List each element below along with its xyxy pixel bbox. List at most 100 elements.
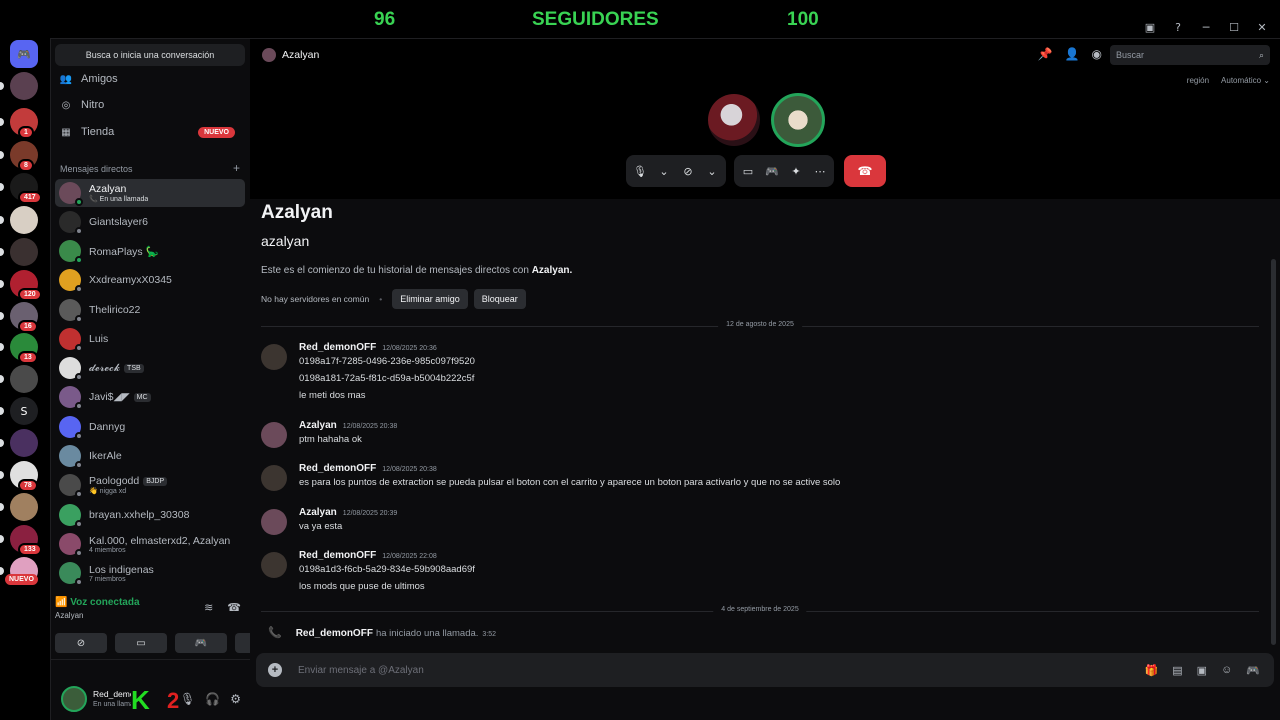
search-input[interactable]: Buscar ⌕ <box>1110 45 1270 65</box>
hang-up-button[interactable]: ☎ <box>844 155 886 187</box>
server-icon-6[interactable] <box>10 238 38 266</box>
voice-connected-panel: 📶 Voz conectada Azalyan ≋ ☎ ⊘ ▭ 🎮 ✦ <box>55 597 287 657</box>
dm-item[interactable]: 𝓭𝓮𝓻𝓮𝓬𝓴 TSB <box>55 354 245 382</box>
dm-name-row: Luis <box>89 333 108 345</box>
add-friends-icon[interactable]: 👤 <box>1065 47 1080 61</box>
apps-icon[interactable]: 🎮 <box>1246 664 1260 677</box>
camera-off-button[interactable]: ⊘ <box>55 633 107 653</box>
intro-display-name: Azalyan <box>261 202 333 223</box>
soundboard-icon[interactable]: ✦ <box>788 165 804 178</box>
message-timestamp: 12/08/2025 20:38 <box>382 466 437 473</box>
dm-item[interactable]: IkerAle <box>55 442 245 470</box>
region-selector: región Automático ⌄ <box>1187 76 1270 85</box>
microphone-icon[interactable]: 🎙 <box>632 165 648 178</box>
scrollbar[interactable] <box>1271 259 1276 645</box>
message-timestamp: 12/08/2025 20:38 <box>342 423 398 430</box>
add-dm-button[interactable]: + <box>233 162 240 174</box>
dm-item[interactable]: RomaPlays 🦕 <box>55 237 245 265</box>
activity-button[interactable]: 🎮 <box>175 633 227 653</box>
region-dropdown[interactable]: Automático ⌄ <box>1221 76 1270 85</box>
sticker-icon[interactable]: ▣ <box>1197 664 1207 677</box>
server-icon-11[interactable]: S <box>10 397 38 425</box>
message-header: Red_demonOFF 12/08/2025 20:36 <box>299 342 437 353</box>
message-composer[interactable]: + Enviar mensaje a @Azalyan 🎁 ▤ ▣ ☺ 🎮 <box>256 653 1274 687</box>
dm-item[interactable]: Luis <box>55 325 245 353</box>
server-icon-0[interactable]: 🎮 <box>10 40 38 68</box>
message-author[interactable]: Red_demonOFF <box>299 550 376 561</box>
avatar[interactable] <box>261 465 287 491</box>
chevron-down-icon[interactable]: ⌄ <box>656 165 672 178</box>
dm-item[interactable]: brayan.xxhelp_30308 <box>55 501 245 529</box>
unread-indicator <box>0 183 4 191</box>
server-icon-5[interactable] <box>10 206 38 234</box>
pin-icon[interactable]: 📌 <box>1038 47 1053 61</box>
avatar[interactable] <box>261 344 287 370</box>
nav-friends[interactable]: 👥 Amigos <box>55 67 245 91</box>
settings-gear-icon[interactable]: ⚙ <box>230 692 241 706</box>
avatar <box>59 416 83 440</box>
screen-share-icon[interactable]: ▭ <box>740 165 756 178</box>
dm-item[interactable]: Paologodd BJDP 👋 nigga xd <box>55 471 245 499</box>
dm-item[interactable]: XxdreamyxX0345 <box>55 266 245 294</box>
noise-suppression-icon[interactable]: ≋ <box>204 601 213 614</box>
nav-nitro[interactable]: ◎ Nitro <box>55 93 245 117</box>
gift-icon[interactable]: 🎁 <box>1145 664 1159 677</box>
call-participant-azalyan[interactable] <box>708 94 760 146</box>
minimize-icon[interactable]: ─ <box>1194 18 1218 36</box>
emoji-icon[interactable]: ☺ <box>1221 664 1232 677</box>
chevron-down-icon[interactable]: ⌄ <box>704 165 720 178</box>
headphones-icon[interactable]: 🎧 <box>205 692 220 706</box>
avatar[interactable] <box>261 552 287 578</box>
avatar[interactable] <box>61 686 87 712</box>
intro-actions: No hay servidores en común • Eliminar am… <box>261 289 526 309</box>
maximize-icon[interactable]: ☐ <box>1222 18 1246 36</box>
server-icon-1[interactable] <box>10 72 38 100</box>
remove-friend-button[interactable]: Eliminar amigo <box>392 289 468 309</box>
conversation-search-button[interactable]: Busca o inicia una conversación <box>55 44 245 66</box>
avatar[interactable] <box>261 509 287 535</box>
server-icon-10[interactable] <box>10 365 38 393</box>
call-author[interactable]: Red_demonOFF <box>296 628 373 639</box>
status-indicator <box>75 549 83 557</box>
message-author[interactable]: Red_demonOFF <box>299 342 376 353</box>
dm-item[interactable]: Javi$◢◤ MC <box>55 383 245 411</box>
screen-share-button[interactable]: ▭ <box>115 633 167 653</box>
message-text: 0198a181-72a5-f81c-d59a-b5004b222c5f <box>299 373 475 384</box>
date-divider: 4 de septiembre de 2025 <box>261 606 1259 613</box>
dm-name-row: Los indigenas <box>89 564 154 576</box>
dm-item[interactable]: Giantslayer6 <box>55 208 245 236</box>
microphone-icon[interactable]: 🎙 <box>180 692 195 706</box>
message-text: le meti dos mas <box>299 390 366 401</box>
unread-indicator <box>0 503 4 511</box>
activity-icon[interactable]: 🎮 <box>764 165 780 178</box>
message-author[interactable]: Azalyan <box>299 507 337 518</box>
mention-badge: 417 <box>18 191 42 204</box>
user-profile-icon[interactable]: ◉ <box>1092 47 1102 61</box>
server-icon-12[interactable] <box>10 429 38 457</box>
dm-item[interactable]: Azalyan 📞 En una llamada <box>55 179 245 207</box>
camera-off-icon[interactable]: ⊘ <box>680 165 696 178</box>
dm-item[interactable]: Los indigenas 7 miembros <box>55 559 245 587</box>
add-attachment-icon[interactable]: + <box>268 663 282 677</box>
avatar <box>59 445 83 469</box>
help-icon[interactable]: ? <box>1166 18 1190 36</box>
nav-shop[interactable]: ▦ Tienda NUEVO <box>55 120 245 144</box>
close-icon[interactable]: ✕ <box>1250 18 1274 36</box>
block-button[interactable]: Bloquear <box>473 289 526 309</box>
message-author[interactable]: Red_demonOFF <box>299 463 376 474</box>
dm-item[interactable]: Dannyg <box>55 413 245 441</box>
message-input[interactable]: Enviar mensaje a @Azalyan <box>298 665 424 676</box>
inbox-icon[interactable]: ▣ <box>1138 18 1162 36</box>
dm-item[interactable]: Thelirico22 <box>55 296 245 324</box>
gif-icon[interactable]: ▤ <box>1172 664 1182 677</box>
dm-item[interactable]: Kal.000, elmasterxd2, Azalyan 4 miembros <box>55 530 245 558</box>
more-icon[interactable]: ⋯ <box>812 165 828 178</box>
avatar[interactable] <box>261 422 287 448</box>
disconnect-icon[interactable]: ☎ <box>227 601 241 614</box>
call-participant-self[interactable] <box>771 93 825 147</box>
dm-name: Thelirico22 <box>89 304 141 316</box>
unread-indicator <box>0 407 4 415</box>
dm-text: IkerAle <box>89 450 122 462</box>
message-author[interactable]: Azalyan <box>299 420 337 431</box>
server-icon-14[interactable] <box>10 493 38 521</box>
